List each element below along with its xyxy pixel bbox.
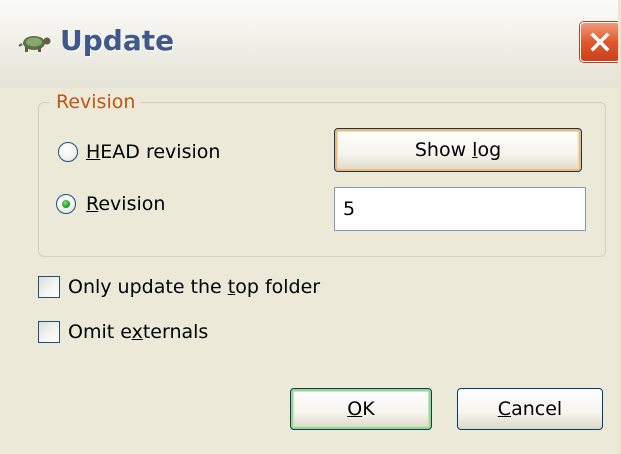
window-title: Update <box>60 24 175 57</box>
omit-externals-checkbox[interactable] <box>38 321 60 343</box>
revision-radio[interactable] <box>56 194 76 214</box>
revision-label[interactable]: Revision <box>86 192 165 216</box>
only-top-folder-label[interactable]: Only update the top folder <box>68 275 320 299</box>
cancel-button[interactable]: Cancel <box>457 388 603 430</box>
close-button[interactable] <box>580 22 618 62</box>
head-revision-radio[interactable] <box>58 142 78 162</box>
head-revision-label[interactable]: HEAD revision <box>86 140 220 164</box>
only-top-folder-checkbox[interactable] <box>38 276 60 298</box>
tortoise-icon <box>18 36 51 52</box>
mnemonic: H <box>86 141 101 163</box>
revision-group-label: Revision <box>50 89 142 115</box>
mnemonic: R <box>86 193 99 215</box>
close-x-icon <box>590 32 610 52</box>
ok-button[interactable]: OK <box>290 388 432 430</box>
omit-externals-label[interactable]: Omit externals <box>68 320 208 344</box>
update-dialog: Update Revision HEAD revision Revision S… <box>0 0 621 454</box>
revision-number-input[interactable] <box>334 187 586 231</box>
radio-selected-dot <box>62 200 70 208</box>
revision-groupbox <box>38 102 606 257</box>
show-log-button[interactable]: Show log <box>334 128 582 172</box>
title-bar[interactable]: Update <box>0 0 618 88</box>
